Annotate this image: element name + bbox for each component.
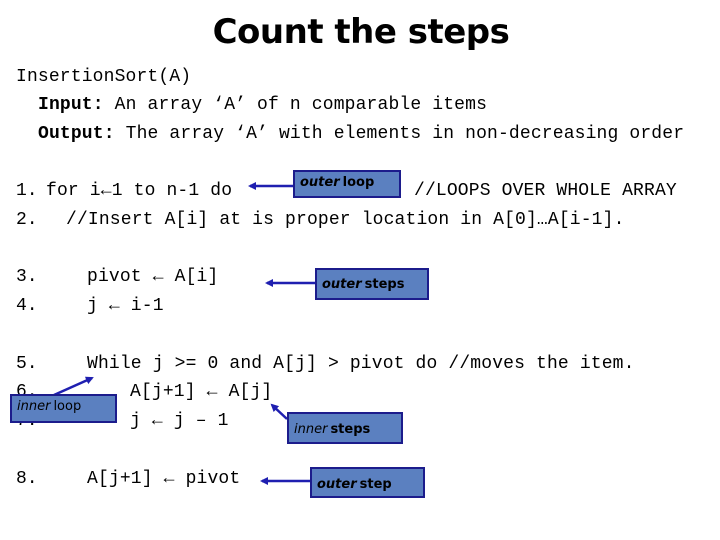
code-line-1-comment: //LOOPS OVER WHOLE ARRAY	[414, 181, 677, 201]
code-line-6: A[j+1] ← A[j]	[130, 382, 273, 402]
slide-title: Count the steps	[212, 12, 510, 52]
callout-outer-steps-emph: outer	[322, 276, 362, 292]
callout-inner-loop-emph: inner	[17, 399, 51, 414]
input-label: Input:	[38, 95, 104, 115]
function-signature: InsertionSort(A)	[16, 67, 192, 87]
callout-outer-loop-emph: outer	[300, 175, 340, 190]
output-text: The array ‘A’ with elements in non-decre…	[114, 124, 685, 144]
inner-steps-arrow	[270, 403, 288, 420]
code-line-4: j ← i-1	[87, 296, 164, 316]
line-number-2: 2.	[16, 210, 38, 230]
line-number-5: 5.	[16, 354, 38, 374]
input-text: An array ‘A’ of n comparable items	[103, 95, 488, 115]
callout-inner-steps-emph: inner	[294, 422, 328, 437]
callout-outer-loop: outer loop	[293, 170, 401, 198]
callout-outer-step-rest: step	[359, 477, 392, 492]
inner-loop-arrow	[53, 376, 94, 397]
code-line-3: pivot ← A[i]	[87, 267, 219, 287]
callout-outer-steps-rest: steps	[364, 276, 405, 292]
line-number-3: 3.	[16, 267, 38, 287]
line-number-1: 1.	[16, 181, 38, 201]
callout-outer-step-emph: outer	[317, 477, 357, 492]
line-number-8: 8.	[16, 469, 38, 489]
input-description: Input: An array ‘A’ of n comparable item…	[38, 94, 487, 116]
callout-inner-steps-rest: steps	[330, 422, 371, 437]
output-label: Output:	[38, 124, 115, 144]
code-line-2: //Insert A[i] at is proper location in A…	[66, 210, 625, 230]
callout-outer-steps: outer steps	[315, 268, 429, 300]
line-number-4: 4.	[16, 296, 38, 316]
callout-outer-loop-rest: loop	[342, 175, 375, 190]
callout-outer-step: outer step	[310, 467, 425, 498]
code-line-7: j ← j – 1	[130, 411, 229, 431]
code-line-5: While j >= 0 and A[j] > pivot do //moves…	[87, 354, 635, 374]
code-line-1: for i←1 to n-1 do	[46, 181, 233, 201]
code-line-8: A[j+1] ← pivot	[87, 469, 241, 489]
callout-inner-loop-rest: loop	[53, 399, 82, 414]
callout-inner-steps: inner steps	[287, 412, 403, 444]
output-description: Output: The array ‘A’ with elements in n…	[38, 123, 684, 145]
callout-inner-loop: inner loop	[10, 394, 117, 423]
